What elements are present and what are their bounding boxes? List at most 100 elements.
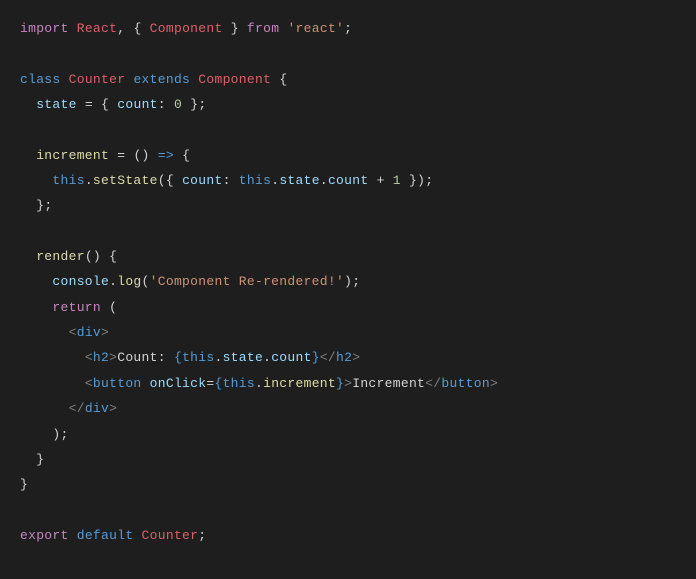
tag-open: < <box>85 376 93 391</box>
rbrace: } <box>409 173 417 188</box>
semicolon: ; <box>44 198 52 213</box>
line-15: <button onClick={this.increment}>Increme… <box>20 376 498 391</box>
line-1: import React, { Component } from 'react'… <box>20 21 352 36</box>
number-one: 1 <box>393 173 401 188</box>
class-counter: Counter <box>69 72 126 87</box>
state-prop: state <box>223 350 264 365</box>
rparen: ) <box>417 173 425 188</box>
increment-method: increment <box>36 148 109 163</box>
line-12: return ( <box>20 300 117 315</box>
line-6: increment = () => { <box>20 148 190 163</box>
count-prop: count <box>182 173 223 188</box>
keyword-extends: extends <box>133 72 190 87</box>
div-tag: div <box>77 325 101 340</box>
state-property: state <box>36 97 77 112</box>
jsx-rbrace: } <box>336 376 344 391</box>
counter-export: Counter <box>142 528 199 543</box>
rbrace: } <box>231 21 239 36</box>
semicolon: ; <box>352 274 360 289</box>
arrow-fn: => <box>158 148 174 163</box>
tag-open: </ <box>69 401 85 416</box>
dot: . <box>85 173 93 188</box>
tag-open: </ <box>425 376 441 391</box>
semicolon: ; <box>344 21 352 36</box>
semicolon: ; <box>425 173 433 188</box>
line-4: state = { count: 0 }; <box>20 97 206 112</box>
line-17: ); <box>20 427 69 442</box>
number-zero: 0 <box>174 97 182 112</box>
tag-close: > <box>352 350 360 365</box>
onclick-attr: onClick <box>150 376 207 391</box>
lparen: ( <box>109 300 117 315</box>
tag-open: </ <box>320 350 336 365</box>
rbrace: } <box>20 477 28 492</box>
log-string: 'Component Re-rendered!' <box>150 274 344 289</box>
component-identifier: Component <box>150 21 223 36</box>
plus: + <box>377 173 385 188</box>
dot: . <box>263 350 271 365</box>
equals: = <box>117 148 125 163</box>
colon: : <box>158 97 166 112</box>
dot: . <box>255 376 263 391</box>
count-prop: count <box>328 173 369 188</box>
dot: . <box>320 173 328 188</box>
tag-close: > <box>490 376 498 391</box>
jsx-rbrace: } <box>312 350 320 365</box>
line-8: }; <box>20 198 52 213</box>
module-string: 'react' <box>287 21 344 36</box>
tag-open: < <box>69 325 77 340</box>
jsx-lbrace: { <box>174 350 182 365</box>
state-prop: state <box>279 173 320 188</box>
rparen: ) <box>52 427 60 442</box>
lbrace: { <box>166 173 174 188</box>
count-property: count <box>117 97 158 112</box>
line-16: </div> <box>20 401 117 416</box>
colon: : <box>223 173 231 188</box>
line-10: render() { <box>20 249 117 264</box>
keyword-from: from <box>247 21 279 36</box>
this-keyword: this <box>52 173 84 188</box>
semicolon: ; <box>198 528 206 543</box>
keyword-class: class <box>20 72 61 87</box>
code-block: import React, { Component } from 'react'… <box>20 16 676 548</box>
this-keyword: this <box>223 376 255 391</box>
lparen: ( <box>142 274 150 289</box>
dot: . <box>214 350 222 365</box>
semicolon: ; <box>198 97 206 112</box>
tag-open: < <box>85 350 93 365</box>
count-prop: count <box>271 350 312 365</box>
lbrace: { <box>279 72 287 87</box>
jsx-text-count: Count: <box>117 350 174 365</box>
parens: () <box>85 249 101 264</box>
line-19: } <box>20 477 28 492</box>
line-11: console.log('Component Re-rendered!'); <box>20 274 360 289</box>
increment-ref: increment <box>263 376 336 391</box>
div-tag: div <box>85 401 109 416</box>
tag-close: > <box>109 401 117 416</box>
log-method: log <box>117 274 141 289</box>
rparen: ) <box>344 274 352 289</box>
line-18: } <box>20 452 44 467</box>
export-keyword: export <box>20 528 69 543</box>
lbrace: { <box>109 249 117 264</box>
component-parent: Component <box>198 72 271 87</box>
button-text: Increment <box>352 376 425 391</box>
line-14: <h2>Count: {this.state.count}</h2> <box>20 350 360 365</box>
comma: , <box>117 21 125 36</box>
return-keyword: return <box>52 300 101 315</box>
lbrace: { <box>101 97 109 112</box>
equals: = <box>85 97 93 112</box>
line-3: class Counter extends Component { <box>20 72 287 87</box>
tag-close: > <box>101 325 109 340</box>
button-tag: button <box>441 376 490 391</box>
parens: () <box>133 148 149 163</box>
h2-tag: h2 <box>93 350 109 365</box>
setstate-method: setState <box>93 173 158 188</box>
lparen: ( <box>158 173 166 188</box>
h2-tag: h2 <box>336 350 352 365</box>
jsx-lbrace: { <box>214 376 222 391</box>
default-keyword: default <box>77 528 134 543</box>
lbrace: { <box>182 148 190 163</box>
keyword-import: import <box>20 21 69 36</box>
line-7: this.setState({ count: this.state.count … <box>20 173 433 188</box>
